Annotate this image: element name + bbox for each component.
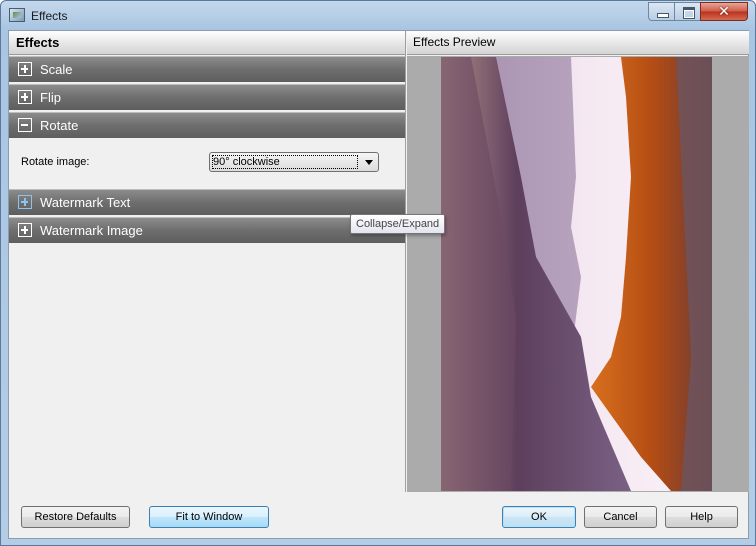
section-label: Flip: [40, 90, 61, 105]
section-scale[interactable]: Scale: [9, 56, 405, 82]
section-label: Watermark Image: [40, 223, 143, 238]
preview-image: [441, 57, 712, 491]
plus-box-icon[interactable]: [18, 62, 32, 76]
effects-panel-header: Effects: [9, 31, 405, 55]
section-label: Scale: [40, 62, 73, 77]
window-title: Effects: [31, 9, 68, 23]
preview-panel: Effects Preview: [407, 31, 749, 492]
app-icon: [9, 8, 25, 22]
rotate-image-value: 90° clockwise: [213, 156, 280, 168]
title-bar[interactable]: Effects ✕: [1, 1, 755, 31]
plus-box-icon[interactable]: [18, 90, 32, 104]
restore-defaults-button[interactable]: Restore Defaults: [21, 506, 130, 528]
section-watermark-text[interactable]: Watermark Text: [9, 189, 405, 215]
preview-panel-header: Effects Preview: [407, 31, 749, 55]
plus-box-icon[interactable]: [18, 223, 32, 237]
plus-box-icon[interactable]: [18, 195, 32, 209]
close-button[interactable]: ✕: [700, 2, 748, 21]
chevron-down-icon[interactable]: [365, 160, 373, 165]
rotate-image-label: Rotate image:: [21, 156, 90, 168]
rotate-section-body: Rotate image: 90° clockwise: [9, 140, 405, 189]
section-watermark-image[interactable]: Watermark Image: [9, 217, 405, 243]
dialog-client-area: Effects Scale Flip Rotate Rotate image: …: [8, 30, 749, 539]
section-label: Rotate: [40, 118, 79, 133]
effects-panel: Effects Scale Flip Rotate Rotate image: …: [9, 31, 406, 492]
ok-button[interactable]: OK: [502, 506, 576, 528]
minimize-button[interactable]: [648, 2, 675, 21]
minus-box-icon[interactable]: [18, 118, 32, 132]
cancel-button[interactable]: Cancel: [584, 506, 657, 528]
section-label: Watermark Text: [40, 195, 131, 210]
section-flip[interactable]: Flip: [9, 84, 405, 110]
close-icon: ✕: [718, 3, 730, 19]
maximize-button[interactable]: [674, 2, 701, 21]
collapse-expand-tooltip: Collapse/Expand: [350, 214, 446, 234]
effects-dialog: Effects ✕ Effects Scale Flip Rotate Rota…: [0, 0, 756, 546]
fit-to-window-button[interactable]: Fit to Window: [149, 506, 269, 528]
section-rotate[interactable]: Rotate: [9, 112, 405, 138]
canyon-photo: [441, 57, 712, 491]
help-button[interactable]: Help: [665, 506, 738, 528]
preview-area: [407, 56, 749, 492]
rotate-image-dropdown[interactable]: 90° clockwise: [209, 152, 379, 172]
